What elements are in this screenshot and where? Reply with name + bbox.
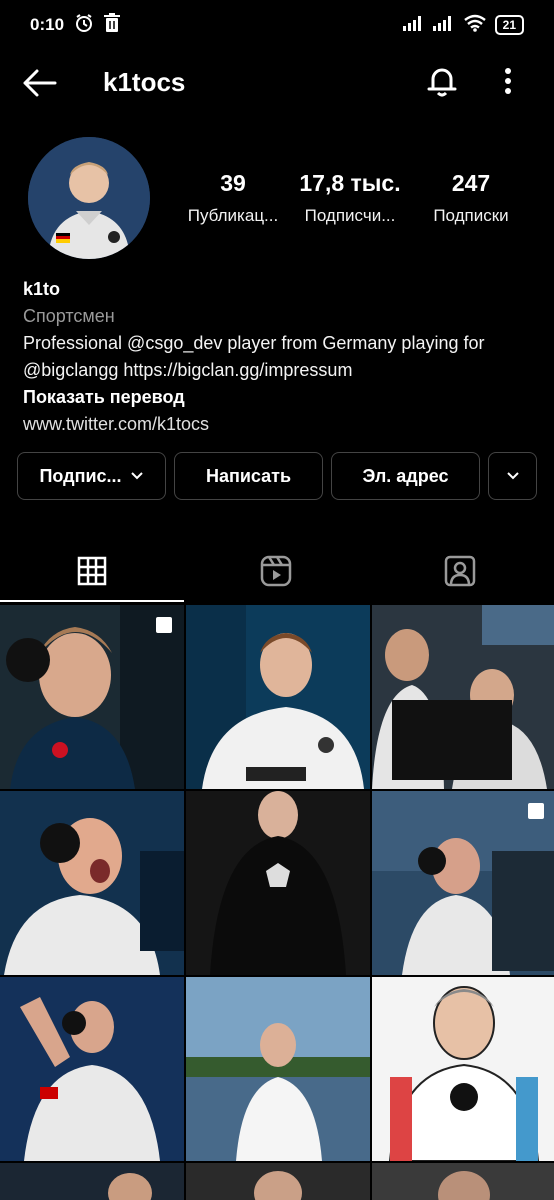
stat-posts-value: 39 (220, 170, 246, 196)
wifi-icon (463, 14, 487, 37)
bio-line-1: Professional @csgo_dev player from Germa… (23, 333, 485, 353)
profile-header: k1tocs (0, 55, 554, 111)
chevron-down-icon (130, 472, 143, 480)
post-thumbnail[interactable] (0, 977, 184, 1161)
message-button[interactable]: Написать (174, 452, 323, 500)
post-image (0, 791, 184, 975)
status-left: 0:10 (30, 12, 121, 38)
more-options-button[interactable] (498, 65, 518, 101)
post-thumbnail[interactable] (0, 605, 184, 789)
bio-category: Спортсмен (23, 306, 115, 326)
subscribe-label: Подпис... (39, 465, 122, 486)
profile-bio: k1to Спортсмен Professional @csgo_dev pl… (23, 276, 538, 438)
post-image (186, 791, 370, 975)
tagged-icon (444, 555, 476, 587)
more-vertical-icon (505, 68, 511, 94)
stat-following-value: 247 (451, 170, 491, 196)
stat-posts-label: Публикац... (187, 206, 279, 225)
post-image (186, 977, 370, 1161)
battery-indicator: 21 (494, 15, 524, 35)
subscribe-button[interactable]: Подпис... (17, 452, 166, 500)
bio-line-2: @bigclangg https://bigclan.gg/impressum (23, 360, 353, 380)
post-thumbnail[interactable] (372, 791, 554, 975)
multiple-images-icon (528, 803, 544, 819)
back-button[interactable] (22, 67, 58, 99)
stat-followers[interactable]: 17,8 тыс. Подписчи... (288, 170, 412, 226)
status-bar: 0:10 21 (0, 0, 554, 50)
chevron-down-icon (506, 472, 519, 480)
post-thumbnail[interactable] (372, 1163, 554, 1200)
website-link[interactable]: www.twitter.com/k1tocs (23, 411, 538, 438)
bio-name: k1to (23, 279, 61, 299)
signal-icon (402, 15, 425, 36)
post-image (372, 1163, 554, 1200)
post-image (372, 977, 554, 1161)
post-thumbnail[interactable] (186, 977, 370, 1161)
profile-actions: Подпис... Написать Эл. адрес (17, 452, 537, 500)
post-thumbnail[interactable] (186, 1163, 370, 1200)
active-tab-indicator (0, 600, 184, 602)
tab-posts[interactable] (0, 540, 184, 602)
email-button[interactable]: Эл. адрес (331, 452, 480, 500)
post-image (0, 1163, 184, 1200)
stat-followers-label: Подписчи... (304, 206, 396, 225)
notifications-button[interactable] (424, 63, 460, 99)
post-thumbnail[interactable] (186, 791, 370, 975)
suggested-accounts-button[interactable] (488, 452, 537, 500)
stat-following[interactable]: 247 Подписки (412, 170, 530, 226)
post-thumbnail[interactable] (372, 977, 554, 1161)
content-tabs (0, 540, 554, 602)
stat-following-label: Подписки (433, 206, 509, 225)
grid-icon (77, 556, 107, 586)
post-thumbnail[interactable] (372, 605, 554, 789)
tab-tagged[interactable] (368, 540, 552, 602)
profile-username: k1tocs (103, 67, 186, 97)
post-image (372, 605, 554, 789)
stat-posts[interactable]: 39 Публикац... (178, 170, 288, 226)
status-right: 21 (402, 14, 524, 37)
arrow-left-icon (23, 69, 57, 97)
message-label: Написать (205, 465, 292, 486)
trash-icon (104, 12, 121, 38)
bell-icon (427, 68, 457, 97)
status-time: 0:10 (30, 15, 65, 34)
email-label: Эл. адрес (362, 465, 449, 486)
post-image (0, 977, 184, 1161)
show-translation-link[interactable]: Показать перевод (23, 384, 538, 411)
post-image (186, 1163, 370, 1200)
signal-icon-2 (432, 15, 455, 36)
post-thumbnail[interactable] (186, 605, 370, 789)
tab-reels[interactable] (184, 540, 368, 602)
stat-followers-value: 17,8 тыс. (299, 170, 401, 196)
reels-icon (260, 555, 292, 587)
post-thumbnail[interactable] (0, 791, 184, 975)
post-thumbnail[interactable] (0, 1163, 184, 1200)
post-image (186, 605, 370, 789)
multiple-images-icon (156, 617, 172, 633)
avatar[interactable] (28, 137, 150, 259)
avatar-image (28, 137, 150, 259)
alarm-icon (74, 13, 94, 38)
profile-stats: 39 Публикац... 17,8 тыс. Подписчи... 247… (178, 170, 538, 226)
